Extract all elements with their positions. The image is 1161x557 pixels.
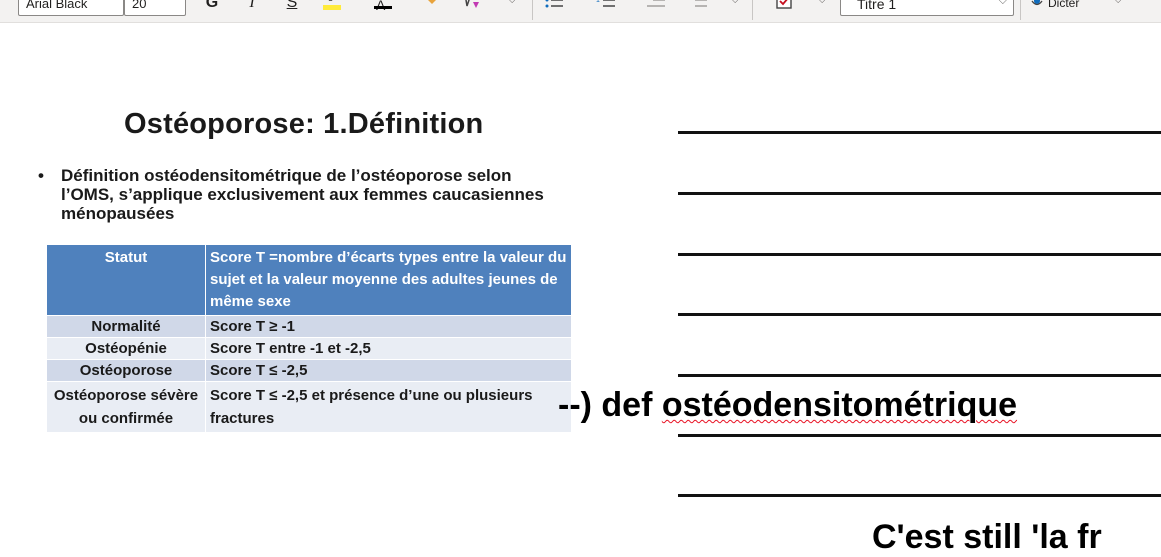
font-name-value: Arial Black	[26, 0, 88, 11]
writing-line	[678, 131, 1161, 134]
chevron-down-icon[interactable]: ⌵	[1114, 0, 1122, 7]
ribbon-toolbar: Arial Black 20 G I S A ⌵ 1	[0, 0, 1161, 23]
decrease-indent-button[interactable]	[644, 0, 668, 18]
who-classification-table: Statut Score T =nombre d’écarts types en…	[46, 244, 572, 433]
table-header-cell: Statut	[46, 244, 206, 316]
table-header-cell: Score T =nombre d’écarts types entre la …	[205, 244, 572, 316]
dictate-label: Dicter	[1048, 0, 1080, 10]
writing-line	[678, 313, 1161, 316]
checkbox-icon	[776, 0, 792, 9]
slide-title: Ostéoporose: 1.Définition	[124, 108, 484, 140]
decrease-indent-icon	[647, 0, 665, 7]
chevron-down-icon[interactable]: ⌵	[731, 0, 739, 7]
table-header-row: Statut Score T =nombre d’écarts types en…	[46, 244, 572, 316]
table-cell: Ostéoporose sévère ou confirmée	[46, 381, 206, 433]
note-term: ostéodensitométrique	[661, 386, 1018, 424]
font-name-combobox[interactable]: Arial Black	[18, 0, 124, 16]
writing-line	[678, 494, 1161, 497]
font-size-value: 20	[132, 0, 147, 11]
note-prefix: --) def	[558, 386, 662, 424]
chevron-down-icon[interactable]: ⌵	[818, 0, 826, 7]
table-cell: Ostéopénie	[46, 337, 206, 360]
bullet-dot: •	[38, 166, 44, 185]
bold-button[interactable]: G	[200, 0, 224, 18]
table-row: Ostéoporose sévère ou confirmée Score T …	[46, 381, 572, 433]
checklist-button[interactable]	[772, 0, 798, 18]
eraser-icon	[428, 0, 436, 4]
table-row: Normalité Score T ≥ -1	[46, 315, 572, 338]
document-partial-line[interactable]: C'est still 'la fr	[872, 518, 1102, 557]
bullets-button[interactable]	[542, 0, 566, 18]
table-cell: Score T entre -1 et -2,5	[205, 337, 572, 360]
toolbar-divider	[752, 0, 753, 20]
writing-line	[678, 374, 1161, 377]
table-cell: Normalité	[46, 315, 206, 338]
increase-indent-button[interactable]	[686, 0, 710, 18]
highlighter-icon	[323, 0, 341, 10]
table-cell: Score T ≤ -2,5	[205, 359, 572, 382]
numbering-button[interactable]: 1	[594, 0, 618, 18]
table-row: Ostéoporose Score T ≤ -2,5	[46, 359, 572, 382]
writing-line	[678, 253, 1161, 256]
style-combobox[interactable]: Titre 1 ⌵	[840, 0, 1014, 16]
increase-indent-icon	[695, 0, 707, 7]
writing-line	[678, 192, 1161, 195]
svg-text:1: 1	[596, 0, 600, 4]
italic-button[interactable]: I	[240, 0, 264, 18]
numbered-list-icon: 1	[596, 0, 615, 7]
document-note-line[interactable]: --) def ostéodensitométrique	[558, 386, 1017, 425]
font-color-button[interactable]: A	[370, 0, 398, 18]
highlight-button[interactable]	[318, 0, 346, 18]
table-row: Ostéopénie Score T entre -1 et -2,5	[46, 337, 572, 360]
clear-format-button[interactable]	[420, 0, 444, 18]
bullet-text: Définition ostéodensitométrique de l’ost…	[61, 166, 544, 223]
format-painter-button[interactable]	[460, 0, 484, 18]
style-value: Titre 1	[857, 0, 897, 12]
writing-line	[678, 434, 1161, 437]
toolbar-divider	[1020, 0, 1021, 20]
chevron-down-icon: ⌵	[998, 0, 1007, 7]
microphone-icon	[1031, 0, 1043, 6]
chevron-down-icon[interactable]: ⌵	[508, 0, 516, 7]
styles-pane-icon	[465, 0, 479, 8]
font-color-swatch	[374, 6, 392, 9]
toolbar-divider	[532, 0, 533, 20]
table-cell: Ostéoporose	[46, 359, 206, 382]
bullet-list-icon	[545, 0, 563, 8]
table-cell: Score T ≥ -1	[205, 315, 572, 338]
dictate-button[interactable]: Dicter	[1026, 0, 1096, 18]
table-cell: Score T ≤ -2,5 et présence d’une ou plus…	[205, 381, 572, 433]
font-size-combobox[interactable]: 20	[124, 0, 186, 16]
underline-button[interactable]: S	[280, 0, 304, 18]
